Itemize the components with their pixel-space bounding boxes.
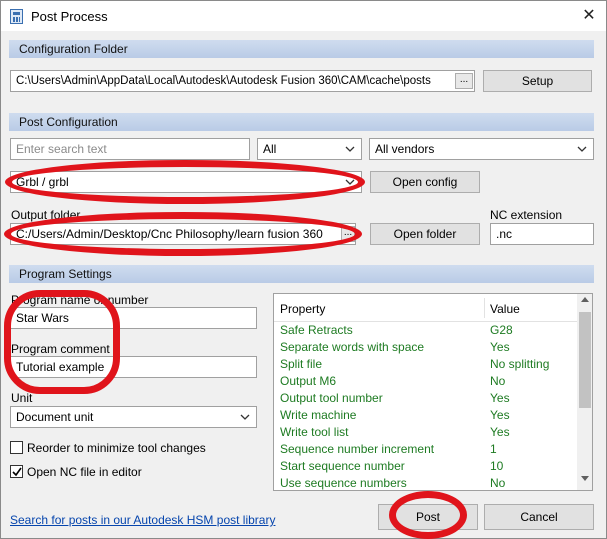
close-icon[interactable]: ✕ [576,4,602,28]
chevron-down-icon [240,407,250,420]
program-name-label: Program name or number [11,293,149,307]
table-row[interactable]: Write tool list Yes [274,424,578,441]
program-settings-header: Program Settings [9,265,594,283]
property-table-scrollbar[interactable] [577,294,592,490]
program-comment-label: Program comment [11,342,110,356]
config-folder-browse-button[interactable]: ... [455,73,473,89]
unit-label: Unit [11,391,33,405]
post-button[interactable]: Post [378,504,478,530]
vendor-filter-select[interactable]: All vendors [369,138,594,160]
scroll-up-icon[interactable] [581,297,589,302]
nc-extension-label: NC extension [490,208,563,222]
title-bar: Post Process ✕ [1,1,606,31]
open-folder-button[interactable]: Open folder [370,223,480,245]
scrollbar-thumb[interactable] [579,312,591,408]
table-row[interactable]: Safe Retracts G28 [274,322,578,339]
configuration-folder-header: Configuration Folder [9,40,594,58]
table-row[interactable]: Output M6 No [274,373,578,390]
config-folder-path-field[interactable]: C:\Users\Admin\AppData\Local\Autodesk\Au… [10,70,475,92]
post-search-input[interactable]: Enter search text [10,138,250,160]
post-filter-select[interactable]: All [257,138,362,160]
property-table[interactable]: Property Value Safe Retracts G28 Separate… [273,293,593,491]
app-icon [10,9,23,24]
open-nc-label: Open NC file in editor [27,465,142,479]
reorder-checkbox[interactable] [10,441,23,454]
post-library-link[interactable]: Search for posts in our Autodesk HSM pos… [10,513,275,527]
post-filter-value: All [263,142,277,156]
output-folder-path-field[interactable]: C:/Users/Admin/Desktop/Cnc Philosophy/le… [10,223,356,245]
post-configuration-header: Post Configuration [9,113,594,131]
chevron-down-icon [345,139,355,152]
chevron-down-icon [577,139,587,152]
property-table-header: Property Value [274,294,578,322]
table-row[interactable]: Output tool number Yes [274,390,578,407]
program-comment-field[interactable]: Tutorial example [10,356,257,378]
table-row[interactable]: Split file No splitting [274,356,578,373]
open-config-button[interactable]: Open config [370,171,480,193]
program-name-field[interactable]: Star Wars [10,307,257,329]
checkmark-icon [12,467,22,477]
setup-button[interactable]: Setup [483,70,592,92]
table-row[interactable]: Use sequence numbers No [274,475,578,490]
chevron-down-icon [345,172,355,185]
table-row[interactable]: Write machine Yes [274,407,578,424]
open-nc-checkbox[interactable] [10,465,23,478]
unit-select[interactable]: Document unit [10,406,257,428]
value-column-header: Value [490,302,520,316]
unit-value: Document unit [16,410,94,424]
post-process-window: Post Process ✕ Configuration Folder C:\U… [0,0,607,539]
table-row[interactable]: Separate words with space Yes [274,339,578,356]
nc-extension-field[interactable]: .nc [490,223,594,245]
table-row[interactable]: Sequence number increment 1 [274,441,578,458]
vendor-filter-value: All vendors [375,142,435,156]
post-processor-select[interactable]: Grbl / grbl [10,171,362,193]
table-row[interactable]: Start sequence number 10 [274,458,578,475]
output-folder-browse-button[interactable]: ... [341,226,355,242]
reorder-label: Reorder to minimize tool changes [27,441,206,455]
cancel-button[interactable]: Cancel [484,504,594,530]
property-column-header: Property [280,302,326,316]
post-processor-value: Grbl / grbl [16,175,69,189]
window-title: Post Process [31,9,108,24]
output-folder-label: Output folder [11,208,81,222]
scroll-down-icon[interactable] [581,476,589,481]
